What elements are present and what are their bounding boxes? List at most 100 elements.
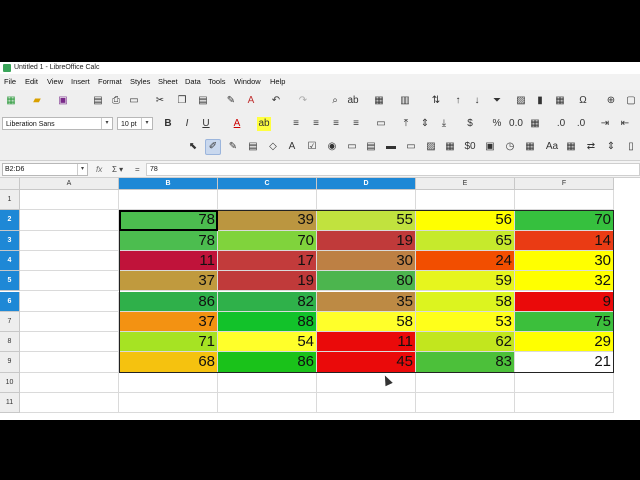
menu-format[interactable]: Format xyxy=(98,74,122,90)
cell-e6[interactable]: 58 xyxy=(416,291,515,312)
empty-cell[interactable] xyxy=(416,372,515,393)
chevron-down-icon[interactable]: ▾ xyxy=(101,118,112,129)
cell-b5[interactable]: 37 xyxy=(119,271,218,292)
empty-cell[interactable] xyxy=(416,190,515,211)
column-header-f[interactable]: F xyxy=(515,178,614,190)
column-header-e[interactable]: E xyxy=(416,178,515,190)
italic-icon[interactable]: I xyxy=(180,117,194,131)
cell-b4[interactable]: 11 xyxy=(119,250,218,272)
option-button-icon[interactable]: ◉ xyxy=(325,140,339,154)
cell-f7[interactable]: 75 xyxy=(515,311,614,333)
cell-e4[interactable]: 24 xyxy=(416,250,515,272)
empty-cell[interactable] xyxy=(20,393,119,414)
print-icon[interactable]: ⎙ xyxy=(109,94,123,108)
table-control-icon[interactable]: ▦ xyxy=(564,140,578,154)
cell-b8[interactable]: 71 xyxy=(119,332,218,353)
cell-d2[interactable]: 55 xyxy=(317,210,416,231)
copy-icon[interactable]: ❐ xyxy=(175,94,189,108)
function-wizard-icon[interactable]: fx xyxy=(96,163,102,176)
menu-data[interactable]: Data xyxy=(185,74,201,90)
new-document-icon[interactable]: ▦ xyxy=(4,94,18,108)
menu-view[interactable]: View xyxy=(47,74,63,90)
spelling-icon[interactable]: ab xyxy=(346,94,360,108)
cell-c8[interactable]: 54 xyxy=(218,332,317,353)
cell-b7[interactable]: 37 xyxy=(119,311,218,333)
pivot-table-icon[interactable]: ▦ xyxy=(553,94,567,108)
save-icon[interactable]: ▣ xyxy=(56,94,70,108)
cell-c9[interactable]: 86 xyxy=(218,352,317,373)
empty-cell[interactable] xyxy=(317,393,416,414)
menu-help[interactable]: Help xyxy=(270,74,285,90)
empty-cell[interactable] xyxy=(20,190,119,211)
align-left-icon[interactable]: ≡ xyxy=(289,117,303,131)
spin-button-icon[interactable]: ⇕ xyxy=(604,140,618,154)
sort-icon[interactable]: ⇅ xyxy=(429,94,443,108)
cell-b2[interactable]: 78 xyxy=(119,210,218,231)
insert-chart-icon[interactable]: ▮ xyxy=(533,94,547,108)
column-header-c[interactable]: C xyxy=(218,178,317,190)
sum-icon[interactable]: Σ ▾ xyxy=(112,163,123,176)
cell-b3[interactable]: 78 xyxy=(119,230,218,251)
list-box-icon[interactable]: ▭ xyxy=(345,140,359,154)
underline-icon[interactable]: U xyxy=(199,117,213,131)
empty-cell[interactable] xyxy=(218,190,317,211)
cell-e2[interactable]: 56 xyxy=(416,210,515,231)
cell-d7[interactable]: 58 xyxy=(317,311,416,333)
font-size-box[interactable]: 10 pt ▾ xyxy=(117,117,153,130)
cell-f3[interactable]: 14 xyxy=(515,230,614,251)
chevron-down-icon[interactable]: ▾ xyxy=(141,118,152,129)
empty-cell[interactable] xyxy=(20,291,119,312)
print-preview-icon[interactable]: ▭ xyxy=(127,94,141,108)
row-header-1[interactable]: 1 xyxy=(0,190,20,211)
sort-descending-icon[interactable]: ↓ xyxy=(470,94,484,108)
empty-cell[interactable] xyxy=(515,190,614,211)
row-icon[interactable]: ▦ xyxy=(372,94,386,108)
row-header-9[interactable]: 9 xyxy=(0,352,20,373)
cell-e9[interactable]: 83 xyxy=(416,352,515,373)
select-all-corner[interactable] xyxy=(0,178,20,190)
number-format-icon[interactable]: 0.0 xyxy=(509,117,523,131)
empty-cell[interactable] xyxy=(20,332,119,353)
checkbox-control-icon[interactable]: ☑ xyxy=(305,140,319,154)
font-color-icon[interactable]: A xyxy=(230,117,244,131)
merge-cells-icon[interactable]: ▭ xyxy=(374,117,388,131)
empty-cell[interactable] xyxy=(20,352,119,373)
formula-input[interactable]: 78 xyxy=(146,163,640,176)
menu-insert[interactable]: Insert xyxy=(71,74,90,90)
empty-cell[interactable] xyxy=(515,372,614,393)
empty-cell[interactable] xyxy=(515,393,614,414)
cell-e7[interactable]: 53 xyxy=(416,311,515,333)
cell-e3[interactable]: 65 xyxy=(416,230,515,251)
numeric-field-icon[interactable]: $0 xyxy=(463,140,477,154)
font-name-box[interactable]: Liberation Sans ▾ xyxy=(2,117,113,130)
row-header-6[interactable]: 6 xyxy=(0,291,20,312)
empty-cell[interactable] xyxy=(20,311,119,333)
align-top-icon[interactable]: ⤒ xyxy=(399,117,413,131)
clone-formatting-icon[interactable]: ✎ xyxy=(224,94,238,108)
cell-c6[interactable]: 82 xyxy=(218,291,317,312)
export-pdf-icon[interactable]: ▤ xyxy=(91,94,105,108)
time-field-icon[interactable]: ◷ xyxy=(503,140,517,154)
empty-cell[interactable] xyxy=(416,393,515,414)
empty-cell[interactable] xyxy=(218,393,317,414)
cell-f2[interactable]: 70 xyxy=(515,210,614,231)
scrollbar-control-icon[interactable]: ▯ xyxy=(624,140,638,154)
open-folder-icon[interactable]: ▰ xyxy=(30,94,44,108)
empty-cell[interactable] xyxy=(20,372,119,393)
empty-cell[interactable] xyxy=(20,210,119,231)
increase-indent-icon[interactable]: ⇥ xyxy=(598,117,612,131)
column-header-d[interactable]: D xyxy=(317,178,416,190)
date-field-icon[interactable]: ▦ xyxy=(443,140,457,154)
cell-b6[interactable]: 86 xyxy=(119,291,218,312)
comment-icon[interactable]: ▢ xyxy=(624,94,638,108)
cell-f4[interactable]: 30 xyxy=(515,250,614,272)
cell-e8[interactable]: 62 xyxy=(416,332,515,353)
cell-d8[interactable]: 11 xyxy=(317,332,416,353)
menu-styles[interactable]: Styles xyxy=(130,74,150,90)
align-bottom-icon[interactable]: ⤓ xyxy=(437,117,451,131)
empty-cell[interactable] xyxy=(119,393,218,414)
row-header-8[interactable]: 8 xyxy=(0,332,20,353)
row-header-11[interactable]: 11 xyxy=(0,393,20,414)
empty-cell[interactable] xyxy=(20,271,119,292)
cell-f8[interactable]: 29 xyxy=(515,332,614,353)
